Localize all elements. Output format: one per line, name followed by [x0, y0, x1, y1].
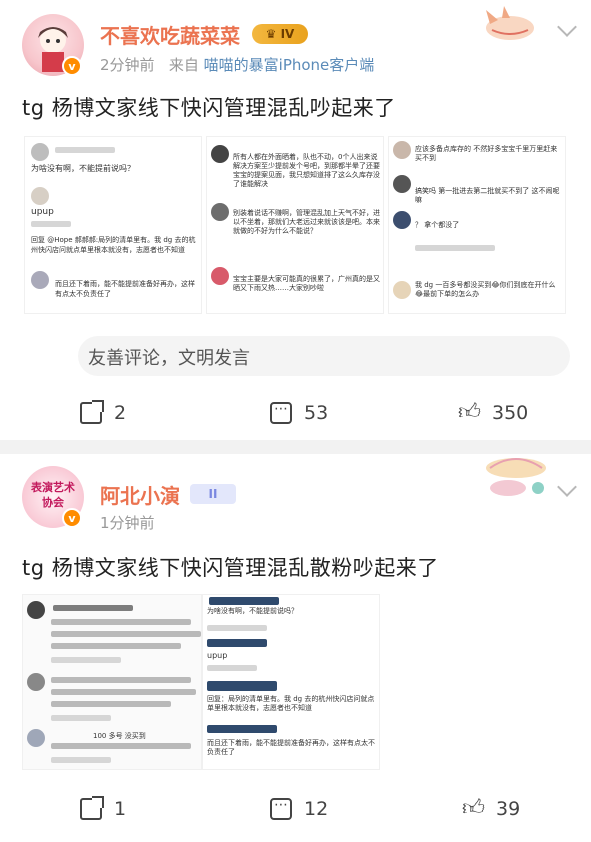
mini-avatar — [211, 203, 229, 221]
mini-avatar — [393, 175, 411, 193]
source-prefix: 来自 — [168, 56, 199, 74]
comment-placeholder: 友善评论，文明发言 — [88, 348, 250, 369]
comment-text: upup — [31, 207, 54, 217]
post-content: tg 杨博文家线下快闪管理混乱吵起来了 — [22, 96, 396, 120]
post-image-2[interactable]: 为啥没有啊，不能提前说吗？ upup 回复：局列的清单里有。我 dg 去的杭州快… — [202, 594, 380, 770]
mini-avatar — [27, 729, 45, 747]
level-badge: ♛ IV — [252, 24, 308, 44]
repost-button[interactable]: 2 — [80, 400, 127, 424]
mini-avatar — [393, 141, 411, 159]
comment-text: ？ 拿个都没了 — [415, 221, 460, 229]
chevron-down-icon[interactable] — [557, 17, 577, 37]
like-button[interactable]: 👍︎ 350 — [458, 400, 529, 425]
post-time: 2分钟前 — [100, 56, 155, 74]
repost-button[interactable]: 1 — [80, 796, 127, 820]
like-count: 350 — [492, 402, 529, 424]
level-badge-text: IV — [280, 27, 295, 41]
verified-icon: v — [62, 508, 82, 528]
comment-text: 而且还下着雨，能不能提前准备好再办，这样有点太不负责任了 — [55, 280, 195, 298]
like-button[interactable]: 👍︎ 39 — [462, 796, 521, 821]
weibo-post-2: 表演艺术协会 v 阿北小演 II 1分钟前 tg 杨博文家线下快闪管理混乱散粉吵… — [0, 454, 591, 842]
mini-avatar — [211, 267, 229, 285]
comment-text: 我 dg 一百多号都没买到😂你们到底在开什么😂最前下单的怎么办 — [415, 281, 556, 298]
post-separator — [0, 440, 591, 454]
comment-icon — [270, 401, 292, 424]
username[interactable]: 不喜欢吃蔬菜菜 — [100, 20, 240, 49]
comment-text: 为啥没有啊，不能提前说吗？ — [31, 164, 135, 173]
mini-avatar — [393, 211, 411, 229]
verified-icon: v — [62, 56, 82, 76]
comment-text: 搞笑吗 第一批进去第二批就买不到了 这不闹呢嘛 — [415, 187, 560, 204]
comment-count: 12 — [304, 798, 329, 820]
comment-text: 宝宝主要是大家可能真的很累了，广州真的是又晒又下雨又热……大家别吵啦 — [233, 275, 380, 292]
comment-input[interactable]: 友善评论，文明发言 — [78, 336, 570, 376]
forward-icon — [80, 400, 104, 424]
post-time: 1分钟前 — [100, 514, 155, 532]
comment-icon — [270, 797, 292, 820]
comment-text: upup — [207, 651, 228, 660]
repost-count: 2 — [114, 402, 127, 424]
weibo-post-1: v 不喜欢吃蔬菜菜 ♛ IV 2分钟前 来自 喵喵的暴富iPhone客户端 tg… — [0, 0, 591, 440]
post-image-3[interactable]: 应该多备点库存的 不然好多宝宝千里万里赶来买不到 搞笑吗 第一批进去第二批就买不… — [388, 136, 566, 314]
mini-avatar — [31, 271, 49, 289]
post-image-2[interactable]: 所有人都在外面晒着，队也不动，0个人出来说解决方案至少提前发个号吧，到那都半晕了… — [206, 136, 384, 314]
comment-button[interactable]: 12 — [270, 797, 329, 820]
comment-text: 所有人都在外面晒着，队也不动，0个人出来说解决方案至少提前发个号吧，到那都半晕了… — [233, 153, 380, 188]
mini-avatar — [27, 673, 45, 691]
comment-text: 应该多备点库存的 不然好多宝宝千里万里赶来买不到 — [415, 145, 558, 162]
username[interactable]: 阿北小演 — [100, 480, 180, 509]
mini-avatar — [31, 187, 49, 205]
repost-count: 1 — [114, 798, 127, 820]
post-content: tg 杨博文家线下快闪管理混乱散粉吵起来了 — [22, 556, 439, 580]
level-badge: II — [190, 484, 236, 504]
source-link[interactable]: 喵喵的暴富iPhone客户端 — [204, 56, 375, 74]
comment-text: 为啥没有啊，不能提前说吗？ — [207, 607, 298, 615]
comment-count: 53 — [304, 402, 329, 424]
avatar-text: 表演艺术协会 — [31, 481, 75, 509]
like-icon: 👍︎ — [462, 796, 485, 821]
comment-text: 别装着说话不赚啊，管理混乱加上天气不好，进以不坐着，那就们大老远过来就该该是吧。… — [233, 209, 380, 235]
post-image-1[interactable]: 100 多号 没买到 — [22, 594, 202, 770]
mini-avatar — [31, 143, 49, 161]
mini-avatar — [27, 601, 45, 619]
cat-sticker-decoration — [486, 458, 546, 496]
cat-sticker-decoration — [486, 6, 534, 40]
post-image-1[interactable]: 为啥没有啊，不能提前说吗？ upup 回复 @Hope 郝郝郝:局列的清单里有。… — [24, 136, 202, 314]
comment-text: 回复：局列的清单里有。我 dg 去的杭州快闪店问就点单里根本就没有，志愿者也不知… — [207, 695, 375, 712]
chevron-down-icon[interactable] — [557, 477, 577, 497]
comment-text: 100 多号 没买到 — [93, 732, 146, 740]
like-icon: 👍︎ — [458, 400, 481, 425]
like-count: 39 — [496, 798, 521, 820]
comment-text: 而且还下着雨，能不能提前准备好再办，这样有点太不负责任了 — [207, 739, 375, 756]
mini-avatar — [211, 145, 229, 163]
post-meta: 2分钟前 来自 喵喵的暴富iPhone客户端 — [100, 54, 374, 75]
forward-icon — [80, 796, 104, 820]
mini-avatar — [393, 281, 411, 299]
comment-button[interactable]: 53 — [270, 401, 329, 424]
comment-text: 回复 @Hope 郝郝郝:局列的清单里有。我 dg 去的杭州快闪店问就点单里根本… — [31, 236, 196, 254]
